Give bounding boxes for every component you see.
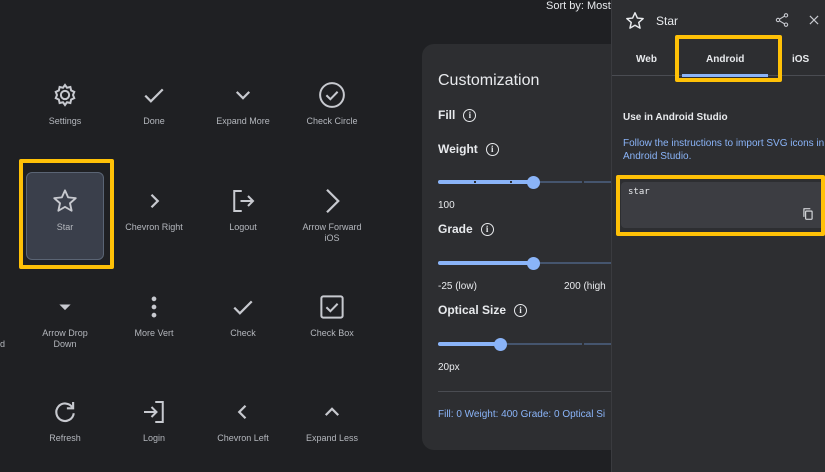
optical-size-slider[interactable] bbox=[438, 338, 627, 351]
code-snippet: star bbox=[628, 187, 650, 197]
expand-less-icon bbox=[289, 397, 375, 427]
icon-tile-refresh[interactable]: Refresh bbox=[22, 397, 108, 444]
arrow-forward-ios-icon bbox=[289, 186, 375, 216]
slider-thumb[interactable] bbox=[494, 338, 507, 351]
star-icon bbox=[624, 10, 646, 37]
grade-row: Grade i bbox=[438, 222, 494, 236]
icon-tile-settings[interactable]: Settings bbox=[22, 80, 108, 127]
check-circle-icon bbox=[289, 80, 375, 110]
tab-android[interactable]: Android bbox=[706, 54, 744, 65]
slider-fill bbox=[438, 180, 533, 184]
slider-tick bbox=[510, 181, 512, 183]
tab-ios[interactable]: iOS bbox=[792, 54, 809, 65]
settings-summary: Fill: 0 Weight: 400 Grade: 0 Optical Si bbox=[438, 409, 606, 420]
icon-label: Refresh bbox=[49, 433, 81, 443]
icon-label: Star bbox=[56, 222, 74, 232]
slider-thumb[interactable] bbox=[527, 176, 540, 189]
settings-icon bbox=[22, 80, 108, 110]
slider-tick bbox=[582, 181, 584, 183]
icon-tile-login[interactable]: Login bbox=[111, 397, 197, 444]
slider-fill bbox=[438, 342, 500, 346]
panel-title: Star bbox=[656, 14, 679, 28]
icon-label: More Vert bbox=[134, 328, 174, 338]
chevron-left-icon bbox=[200, 397, 286, 427]
icon-tile-arrow-drop-down[interactable]: Arrow Drop Down bbox=[22, 292, 108, 350]
screen: { "header": { "sort_label": "Sort by: Mo… bbox=[0, 0, 825, 472]
icon-label: Settings bbox=[48, 116, 82, 126]
customization-title: Customization bbox=[438, 72, 540, 89]
logout-icon bbox=[200, 186, 286, 216]
weight-row: Weight i bbox=[438, 142, 499, 156]
icon-label: Check Box bbox=[310, 328, 354, 338]
check-box-icon bbox=[289, 292, 375, 322]
icon-tile-star[interactable]: Star bbox=[22, 186, 108, 233]
icon-tile-chevron-right[interactable]: Chevron Right bbox=[111, 186, 197, 233]
weight-label: Weight bbox=[438, 142, 478, 156]
icon-tile-chevron-left[interactable]: Chevron Left bbox=[200, 397, 286, 444]
more-vert-icon bbox=[111, 292, 197, 322]
slider-tick bbox=[582, 343, 584, 345]
icon-label: Expand More bbox=[216, 116, 270, 126]
code-block: star bbox=[621, 182, 825, 228]
done-icon bbox=[111, 80, 197, 110]
icon-label: Expand Less bbox=[305, 433, 359, 443]
divider bbox=[438, 391, 627, 392]
info-icon[interactable]: i bbox=[485, 142, 499, 156]
icon-label: Arrow Forward iOS bbox=[302, 222, 362, 243]
icon-label: Check Circle bbox=[306, 116, 358, 126]
icon-tile-more-vert[interactable]: More Vert bbox=[111, 292, 197, 339]
section-title: Use in Android Studio bbox=[623, 112, 728, 123]
fill-label: Fill bbox=[438, 108, 456, 122]
icon-tile-expand-more[interactable]: Expand More bbox=[200, 80, 286, 127]
chevron-right-icon bbox=[111, 186, 197, 216]
instructions-link[interactable]: Follow the instructions to import SVG ic… bbox=[623, 137, 825, 163]
weight-slider[interactable] bbox=[438, 176, 627, 189]
icon-tile-logout[interactable]: Logout bbox=[200, 186, 286, 233]
slider-thumb[interactable] bbox=[527, 257, 540, 270]
icon-label: Arrow Drop Down bbox=[42, 328, 88, 349]
customization-panel: Customization Fill i Weight i 100 Grade … bbox=[422, 44, 627, 450]
icon-tile-check-circle[interactable]: Check Circle bbox=[289, 80, 375, 127]
refresh-icon bbox=[22, 397, 108, 427]
platform-tabs: Web Android iOS bbox=[612, 46, 825, 76]
info-icon[interactable]: i bbox=[480, 222, 494, 236]
info-icon[interactable]: i bbox=[514, 303, 528, 317]
expand-more-icon bbox=[200, 80, 286, 110]
icon-label: Login bbox=[142, 433, 166, 443]
star-icon bbox=[22, 186, 108, 216]
close-icon[interactable] bbox=[807, 13, 821, 32]
check-icon bbox=[200, 292, 286, 322]
optical-size-label: Optical Size bbox=[438, 303, 507, 317]
grade-label: Grade bbox=[438, 222, 473, 236]
icon-label: Chevron Left bbox=[217, 433, 269, 443]
grade-slider[interactable] bbox=[438, 257, 627, 270]
arrow-drop-down-icon bbox=[22, 292, 108, 322]
slider-fill bbox=[438, 261, 533, 265]
icon-tile-done[interactable]: Done bbox=[111, 80, 197, 127]
icon-tile-check[interactable]: Check bbox=[200, 292, 286, 339]
sort-by-label[interactable]: Sort by: Most bbox=[546, 0, 611, 12]
tab-web[interactable]: Web bbox=[636, 54, 657, 65]
share-icon[interactable] bbox=[774, 12, 790, 33]
icon-detail-panel: Star Web Android iOS Use in Android Stud… bbox=[611, 0, 825, 472]
icon-label-partial: d bbox=[0, 339, 6, 349]
icon-label: Check bbox=[230, 328, 256, 338]
icon-tile-arrow-forward-ios[interactable]: Arrow Forward iOS bbox=[289, 186, 375, 244]
optical-size-value: 20px bbox=[438, 362, 460, 373]
icon-tile-expand-less[interactable]: Expand Less bbox=[289, 397, 375, 444]
optical-size-row: Optical Size i bbox=[438, 303, 528, 317]
slider-tick bbox=[474, 181, 476, 183]
icon-label: Logout bbox=[229, 222, 257, 232]
weight-value: 100 bbox=[438, 200, 455, 211]
icon-tile-check-box[interactable]: Check Box bbox=[289, 292, 375, 339]
copy-icon[interactable] bbox=[801, 207, 815, 226]
info-icon[interactable]: i bbox=[463, 108, 477, 122]
active-tab-indicator bbox=[682, 74, 768, 77]
icon-label: Chevron Right bbox=[125, 222, 183, 232]
login-icon bbox=[111, 397, 197, 427]
fill-row: Fill i bbox=[438, 108, 477, 122]
grade-high-label: 200 (high bbox=[564, 281, 606, 292]
grade-low-label: -25 (low) bbox=[438, 281, 477, 292]
icon-label: Done bbox=[143, 116, 165, 126]
